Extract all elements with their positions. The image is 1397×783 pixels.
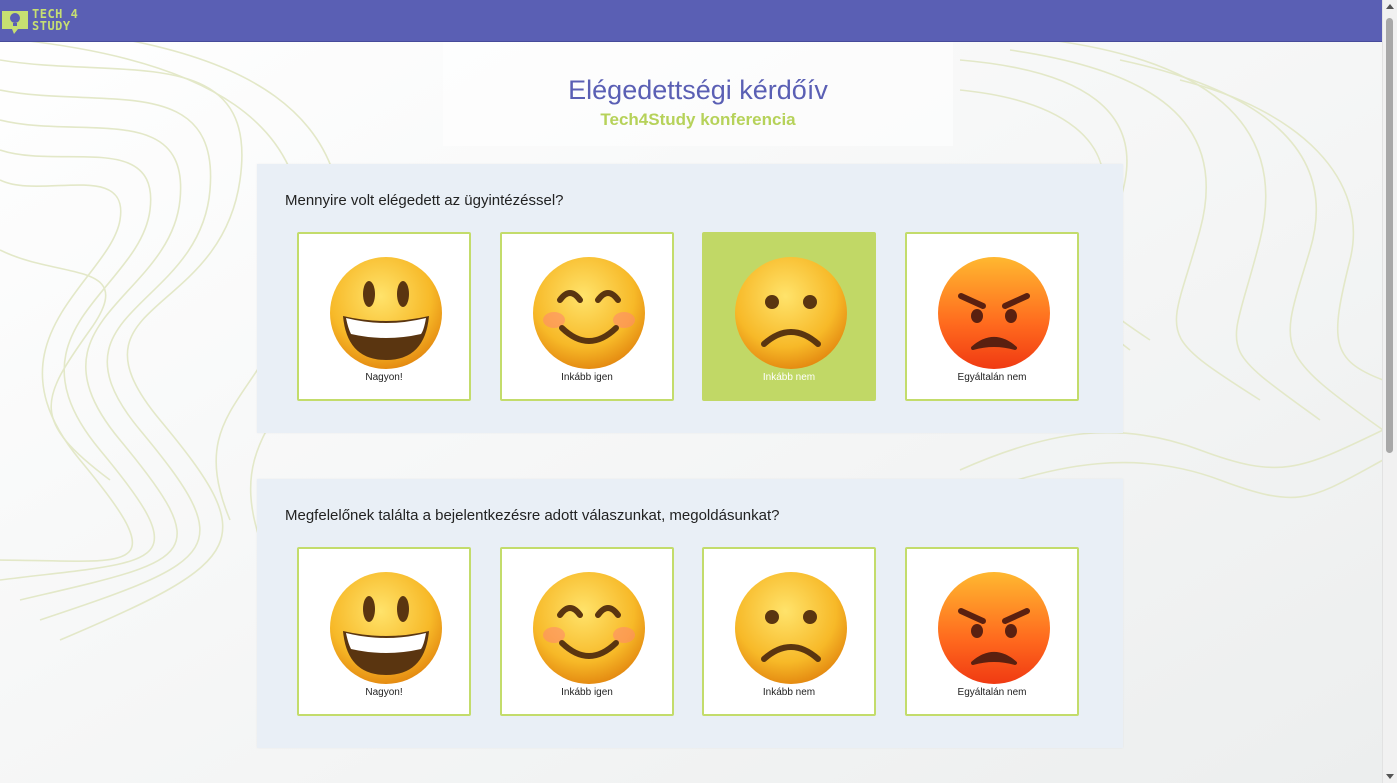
page-subtitle: Tech4Study konferencia bbox=[600, 110, 796, 129]
grinning-face-icon bbox=[330, 572, 442, 684]
logo-line-2: STUDY bbox=[32, 19, 71, 33]
question-card-1: Mennyire volt elégedett az ügyintézéssel… bbox=[257, 164, 1123, 433]
option-inkabb-igen[interactable]: Inkább igen bbox=[500, 232, 674, 401]
vertical-scrollbar[interactable] bbox=[1382, 0, 1397, 783]
option-label: Egyáltalán nem bbox=[957, 372, 1027, 383]
option-inkabb-igen[interactable]: Inkább igen bbox=[500, 547, 674, 716]
question-text: Megfelelőnek találta a bejelentkezésre a… bbox=[285, 507, 780, 524]
smiling-face-icon bbox=[533, 572, 645, 684]
option-label: Inkább igen bbox=[561, 372, 613, 383]
scroll-up-arrow-icon[interactable] bbox=[1386, 4, 1394, 9]
grinning-face-icon bbox=[330, 257, 442, 369]
option-nagyon[interactable]: Nagyon! bbox=[297, 547, 471, 716]
option-label: Inkább nem bbox=[762, 687, 816, 698]
option-label: Nagyon! bbox=[365, 372, 403, 383]
option-egyaltalan-nem[interactable]: Egyáltalán nem bbox=[905, 232, 1079, 401]
option-egyaltalan-nem[interactable]: Egyáltalán nem bbox=[905, 547, 1079, 716]
option-label: Inkább igen bbox=[561, 687, 613, 698]
scroll-thumb[interactable] bbox=[1386, 18, 1393, 453]
angry-face-icon bbox=[938, 572, 1050, 684]
frowning-face-icon bbox=[735, 572, 847, 684]
smiling-face-icon bbox=[533, 257, 645, 369]
option-inkabb-nem-selected[interactable]: Inkább nem bbox=[702, 232, 876, 401]
frowning-face-icon bbox=[735, 257, 847, 369]
lightbulb-logo-icon bbox=[2, 11, 28, 34]
tech4study-logo[interactable]: TECH 4 STUDY bbox=[0, 4, 78, 36]
logo-wordmark: TECH 4 STUDY bbox=[32, 8, 78, 32]
option-nagyon[interactable]: Nagyon! bbox=[297, 232, 471, 401]
survey-header: Elégedettségi kérdőív Tech4Study konfere… bbox=[443, 42, 953, 146]
question-text: Mennyire volt elégedett az ügyintézéssel… bbox=[285, 192, 564, 209]
option-label: Inkább nem bbox=[762, 372, 816, 383]
option-label: Nagyon! bbox=[365, 687, 403, 698]
scroll-down-arrow-icon[interactable] bbox=[1386, 774, 1394, 779]
angry-face-icon bbox=[938, 257, 1050, 369]
question-card-2: Megfelelőnek találta a bejelentkezésre a… bbox=[257, 479, 1123, 748]
top-navigation-bar: TECH 4 STUDY bbox=[0, 0, 1383, 42]
option-label: Egyáltalán nem bbox=[957, 687, 1027, 698]
page-title: Elégedettségi kérdőív bbox=[568, 75, 828, 105]
option-inkabb-nem[interactable]: Inkább nem bbox=[702, 547, 876, 716]
